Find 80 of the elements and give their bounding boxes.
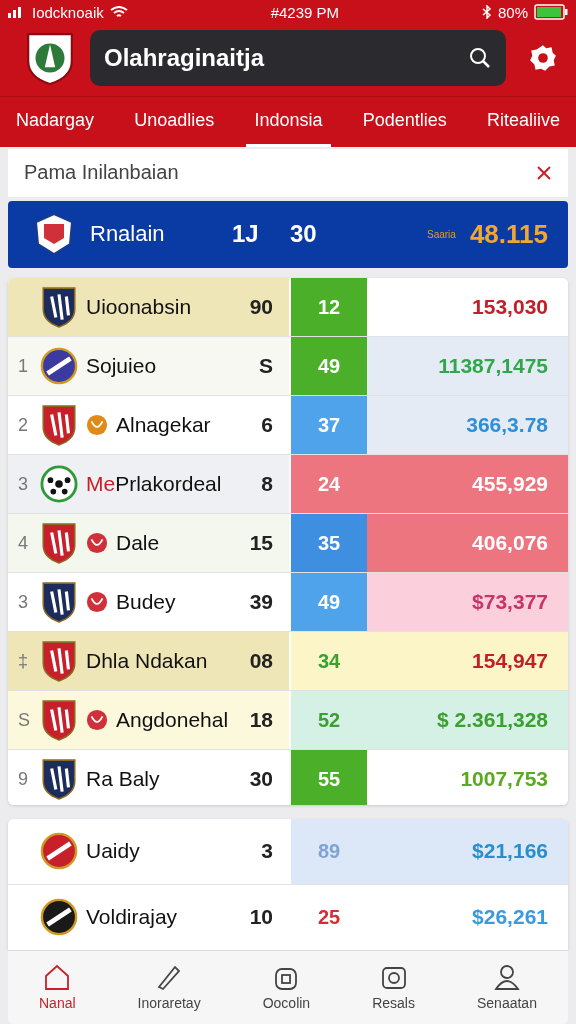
points-value: 08 [249,649,273,674]
rank-number: 3 [18,591,29,613]
battery-icon [534,4,568,20]
tab[interactable]: Nadargay [8,97,103,147]
clock-time: #4239 PM [270,3,340,21]
points-value: 90 [249,295,273,320]
bluetooth-icon [482,5,492,19]
points-value: S [259,354,273,379]
points-value: 10 [249,905,273,930]
stat-value: 37 [291,396,367,455]
stat-value: 55 [291,750,367,805]
filter-label: Pama Inilanbaian [24,161,179,185]
stat-value: 35 [291,514,367,573]
nav-tab[interactable]: Senaatan [470,950,543,1024]
points-value: 15 [249,531,273,556]
amount-value: 154,947 [472,649,548,674]
amount-value: 153,030 [472,295,548,320]
team-name: Angdonehal [116,708,230,733]
team-amount: 48.115 [469,218,548,250]
tab[interactable]: Ritealiive [478,97,568,147]
team-name: Sojuieo [86,354,158,379]
stat-value: 12 [291,278,367,337]
settings-icon[interactable] [528,43,558,73]
rank-number: ‡ [18,650,29,672]
rank-number: 1 [18,355,29,377]
team-stat: 1J [232,220,260,249]
points-value: 18 [249,708,273,733]
stat-value: 49 [291,573,367,632]
points-value: 30 [249,767,273,792]
stat-value: 52 [316,707,342,733]
amount-value: 406,076 [472,531,548,556]
team-name: Dale [116,531,161,556]
logo-icon [24,30,76,86]
rank-number: 2 [18,414,29,436]
amount-value: 455,929 [472,472,548,497]
team-stat: 30 [290,220,318,249]
team-name: Budey [116,590,177,615]
stat-value: 49 [291,337,367,396]
rank-number: S [18,709,31,731]
team-name: Rnalain [90,221,166,248]
team-name: MePrlakordeal [86,472,223,497]
points-value: 6 [261,413,273,438]
amount-value: $ 2.361,328 [437,708,548,733]
tab[interactable]: Unoadlies [126,97,223,147]
amount-value: 1007,753 [460,767,548,792]
crest-icon [32,212,76,257]
rank-number: 9 [18,768,29,790]
stat-value: 34 [316,648,342,674]
stat-value: 89 [316,838,342,864]
rank-number: 3 [18,473,29,495]
amount-value: $26,261 [472,905,548,930]
team-name: Dhla Ndakan [86,649,209,674]
team-name: Ra Baly [86,767,161,792]
nav-tab[interactable]: Resals [366,950,421,1024]
amount-value: 366,3.78 [466,413,548,438]
stat-value: 25 [316,904,342,930]
close-icon[interactable] [536,164,552,181]
amount-value: 11387,1475 [438,354,548,379]
amount-value: $21,166 [472,839,548,864]
team-name: Uaidy [86,839,141,864]
team-name: Voldirajay [86,905,179,930]
tab[interactable]: Podentlies [354,97,455,147]
person-icon [492,963,521,992]
points-value: 8 [261,472,273,497]
search-icon[interactable] [468,46,492,70]
amount-caption: Saaria [427,228,456,240]
amount-value: $73,377 [472,590,548,615]
team-name: Alnagekar [116,413,212,438]
team-name: Uioonabsin [86,295,193,320]
rank-number: 4 [18,532,29,554]
nav-tab[interactable]: Inoraretay [131,950,207,1024]
nav-tab[interactable]: Oocolin [256,950,317,1024]
wifi-icon [109,5,128,19]
search-field[interactable]: Olahraginaitja [90,30,506,86]
nav-tab[interactable]: Nanal [33,950,82,1024]
points-value: 3 [261,839,273,864]
home-icon [43,963,72,992]
carrier-name: Iodcknoaik [32,3,104,21]
battery-percent: 80% [498,3,528,21]
points-value: 39 [249,590,273,615]
